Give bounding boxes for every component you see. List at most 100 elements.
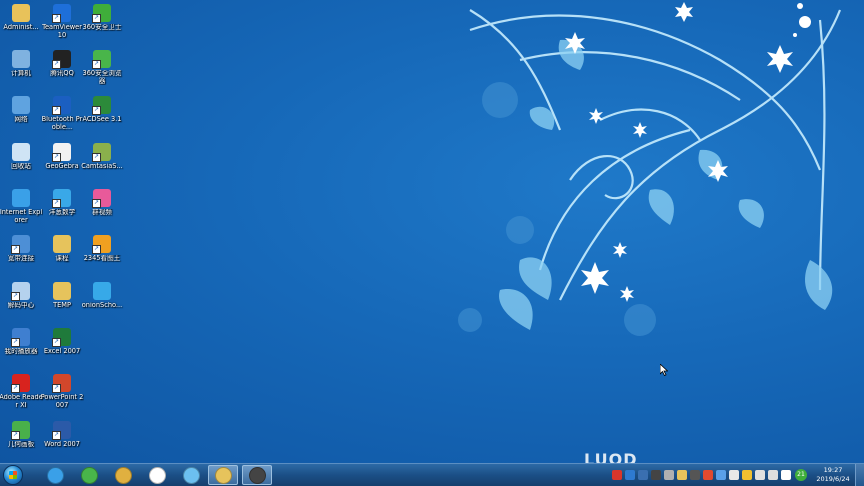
user-icon[interactable]: [637, 470, 648, 480]
taskbar-camera-button[interactable]: [242, 465, 272, 485]
desktop-icon[interactable]: ↗ Adobe Reader XI: [0, 374, 43, 418]
adobe-reader-icon: ↗: [11, 374, 30, 393]
desktop-icon-label: Adobe Reader XI: [0, 394, 43, 409]
folder-icon: [53, 282, 71, 300]
desktop-icon-label: onionScho...: [81, 302, 123, 309]
desktop-icon[interactable]: ↗ 腾讯QQ: [41, 50, 83, 94]
help-icon[interactable]: [624, 470, 635, 480]
desktop-icon-label: 网络: [14, 116, 28, 123]
network-signal-icon[interactable]: [767, 470, 778, 480]
tray-icons: [610, 470, 792, 480]
desktop-icon[interactable]: ↗ Bluetooth Proble...: [41, 96, 83, 140]
desktop-icon[interactable]: Internet Explorer: [0, 189, 42, 233]
desktop-icon-label: Internet Explorer: [0, 209, 43, 224]
taskbar-brush-button[interactable]: [108, 465, 138, 485]
clock[interactable]: 19:27 2019/6/24: [811, 466, 855, 484]
desktop-icon-label: GeoGebra: [45, 163, 79, 170]
sogou-input-icon[interactable]: [611, 470, 622, 480]
tray-badge[interactable]: 21: [795, 469, 807, 481]
desktop-icon[interactable]: ↗ 几何画板: [0, 421, 42, 463]
taskbar: 21 19:27 2019/6/24: [0, 463, 864, 486]
desktop-icon[interactable]: ↗ 我的播放器: [0, 328, 42, 372]
folder-icon[interactable]: [676, 470, 687, 480]
desktop-icon[interactable]: ↗ 2345看图王: [81, 235, 123, 279]
powerpoint-icon: ↗: [52, 374, 71, 393]
desktop-icon-label: 解码中心: [7, 302, 35, 309]
volume-icon[interactable]: [780, 470, 791, 480]
shortcut-arrow-icon: ↗: [52, 384, 61, 393]
desktop-icon[interactable]: ↗ TeamViewer 10: [41, 4, 83, 48]
bluetooth-icon: ↗: [52, 96, 71, 115]
shortcut-arrow-icon: ↗: [52, 14, 61, 23]
acdsee-icon: ↗: [92, 96, 111, 115]
desktop-icon[interactable]: 课程: [41, 235, 83, 279]
desktop-icon[interactable]: onionScho...: [81, 282, 123, 326]
desktop-icon[interactable]: ↗ 360安全浏览器: [81, 50, 123, 94]
desktop-icon[interactable]: 回收站: [0, 143, 42, 187]
taskbar-ie-button[interactable]: [40, 465, 70, 485]
desktop-icon[interactable]: 网络: [0, 96, 42, 140]
notification-icon[interactable]: [754, 470, 765, 480]
globe-icon: [182, 466, 200, 484]
desktop-icon[interactable]: ↗ ACDSee 3.1: [81, 96, 123, 140]
word-icon: ↗: [52, 421, 71, 440]
shortcut-arrow-icon: ↗: [92, 199, 101, 208]
computer-icon: [12, 50, 30, 68]
shortcut-arrow-icon: ↗: [11, 384, 20, 393]
desktop-icon-label: Word 2007: [44, 441, 80, 448]
desktop-icon[interactable]: ↗ GeoGebra: [41, 143, 83, 187]
internet-explorer-icon: [46, 466, 64, 484]
shortcut-arrow-icon: ↗: [52, 431, 61, 440]
desktop-icon[interactable]: ↗ PowerPoint 2007: [41, 374, 83, 418]
camera-icon[interactable]: [650, 470, 661, 480]
desktop-icon[interactable]: ↗ 360安全卫士: [81, 4, 123, 48]
shortcut-arrow-icon: ↗: [92, 14, 101, 23]
desktop-icon[interactable]: TEMP: [41, 282, 83, 326]
360-security-icon: ↗: [92, 4, 111, 23]
clock-time: 19:27: [823, 466, 843, 474]
shortcut-arrow-icon: ↗: [92, 153, 101, 162]
desktop-icon-label: Excel 2007: [43, 348, 81, 355]
yangcong-math-icon: ↗: [52, 189, 71, 208]
video-icon[interactable]: [689, 470, 700, 480]
shortcut-arrow-icon: ↗: [52, 153, 61, 162]
flag-icon[interactable]: [702, 470, 713, 480]
taskbar-360-browser-button[interactable]: [74, 465, 104, 485]
desktop-icon[interactable]: ↗ Excel 2007: [41, 328, 83, 372]
system-tray: 21 19:27 2019/6/24: [610, 464, 864, 486]
start-button[interactable]: [2, 465, 24, 485]
desktop-icon[interactable]: ↗ CamtasiaS...: [81, 143, 123, 187]
cloud-icon: [148, 466, 166, 484]
bluetooth-icon[interactable]: [715, 470, 726, 480]
desktop-icon[interactable]: ↗ 洋葱数学: [41, 189, 83, 233]
taskbar-network-app-button[interactable]: [176, 465, 206, 485]
desktop-icon[interactable]: Administ...: [0, 4, 42, 48]
desktop-icon[interactable]: 计算机: [0, 50, 42, 94]
desktop-icon[interactable]: ↗ 宽带连接: [0, 235, 42, 279]
desktop-icon[interactable]: ↗ Word 2007: [41, 421, 83, 463]
shortcut-arrow-icon: ↗: [52, 60, 61, 69]
onion-school-icon: [93, 282, 111, 300]
recycle-bin-icon: [12, 143, 30, 161]
shortcut-arrow-icon: ↗: [11, 431, 20, 440]
show-desktop-button[interactable]: [855, 464, 864, 486]
geometers-sketchpad-icon: ↗: [11, 421, 30, 440]
clean-icon[interactable]: [741, 470, 752, 480]
desktop-icon[interactable]: ↗ 群视频: [81, 189, 123, 233]
decoder-center-icon: ↗: [11, 282, 30, 301]
desktop-icon-label: 几何画板: [7, 441, 35, 448]
shortcut-arrow-icon: ↗: [52, 338, 61, 347]
desktop-icon[interactable]: ↗ 解码中心: [0, 282, 42, 326]
windows-logo-icon: [3, 465, 23, 485]
desktop-icon-label: Bluetooth Proble...: [41, 116, 83, 131]
settings-icon[interactable]: [663, 470, 674, 480]
desktop[interactable]: Administ... 计算机网络回收站 Internet Explorer ↗ 宽带连…: [0, 0, 864, 463]
speaker-icon[interactable]: [728, 470, 739, 480]
broadband-connection-icon: ↗: [11, 235, 30, 254]
taskbar-baidu-cloud-button[interactable]: [142, 465, 172, 485]
desktop-icon-label: CamtasiaS...: [81, 163, 123, 170]
excel-icon: ↗: [52, 328, 71, 347]
desktop-icon-label: 2345看图王: [83, 255, 121, 262]
taskbar-explorer-button[interactable]: [208, 465, 238, 485]
desktop-icon-label: 洋葱数学: [48, 209, 76, 216]
